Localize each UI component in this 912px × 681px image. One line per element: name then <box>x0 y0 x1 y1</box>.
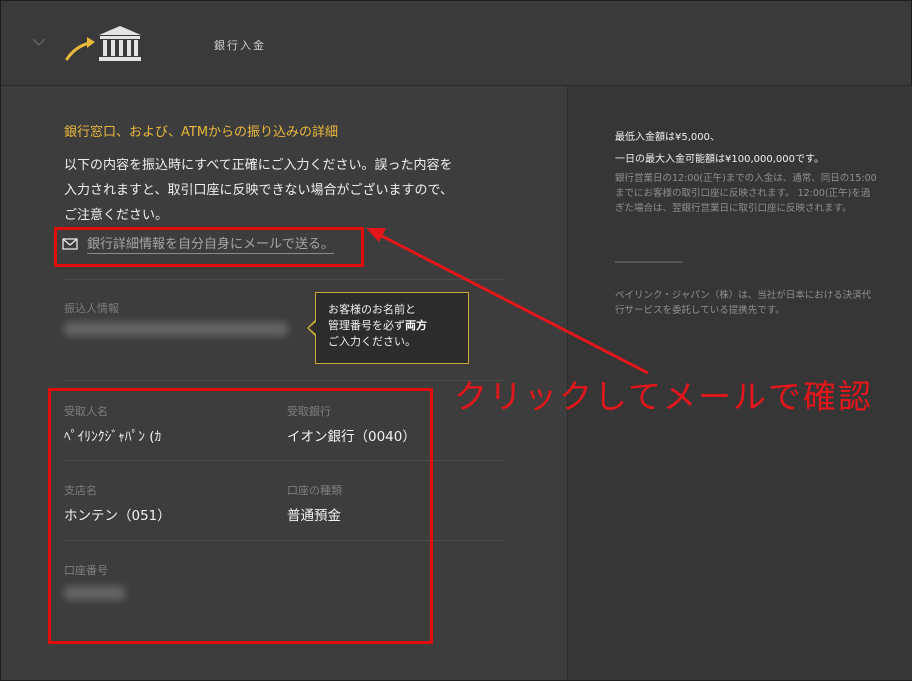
tooltip-line: ご入力ください。 <box>328 335 416 348</box>
intro-line: 以下の内容を振込時にすべて正確にご入力ください。誤った内容を <box>64 158 453 173</box>
annotation-highlight-details <box>48 388 433 644</box>
annotation-highlight-email <box>54 227 364 267</box>
header: 銀行入金 <box>1 1 911 86</box>
annotation-text: クリックしてメールで確認 <box>454 377 874 416</box>
name-id-tooltip: お客様のお名前と 管理番号を必ず両方 ご入力ください。 <box>307 292 469 364</box>
divider <box>64 279 504 280</box>
intro-text: 以下の内容を振込時にすべて正確にご入力ください。誤った内容を 入力されますと、取… <box>64 153 514 228</box>
section-title: 銀行窓口、および、ATMからの振り込みの詳細 <box>64 125 339 140</box>
intro-line: 入力されますと、取引口座に反映できない場合がございますので、 <box>64 183 453 198</box>
tooltip-line: 管理番号を必ず両方 <box>328 318 456 334</box>
tooltip-emphasis: 両方 <box>405 319 427 332</box>
intro-line: ご注意ください。 <box>64 208 169 223</box>
divider <box>64 380 504 381</box>
processing-note: 銀行営業日の12:00(正午)までの入金は、通常、同日の15:00までにお客様の… <box>615 173 877 214</box>
bank-deposit-icon <box>65 26 141 61</box>
tooltip-text: 管理番号を必ず <box>328 319 405 332</box>
depositor-value-redacted <box>64 322 288 336</box>
depositor-label: 振込人情報 <box>64 302 119 315</box>
min-deposit-text: 最低入金額は¥5,000、 <box>615 132 720 143</box>
max-deposit-text: 一日の最大入金可能額は¥100,000,000です。 <box>615 154 824 165</box>
partner-note: ペイリンク・ジャパン（株）は、当社が日本における決済代行サービスを委託している提… <box>615 290 872 316</box>
tooltip-arrow-inner <box>309 321 317 335</box>
tooltip-line: お客様のお名前と <box>328 303 416 316</box>
page-title: 銀行入金 <box>214 39 266 52</box>
chevron-down-icon[interactable] <box>31 37 47 47</box>
panel-divider <box>615 261 683 263</box>
